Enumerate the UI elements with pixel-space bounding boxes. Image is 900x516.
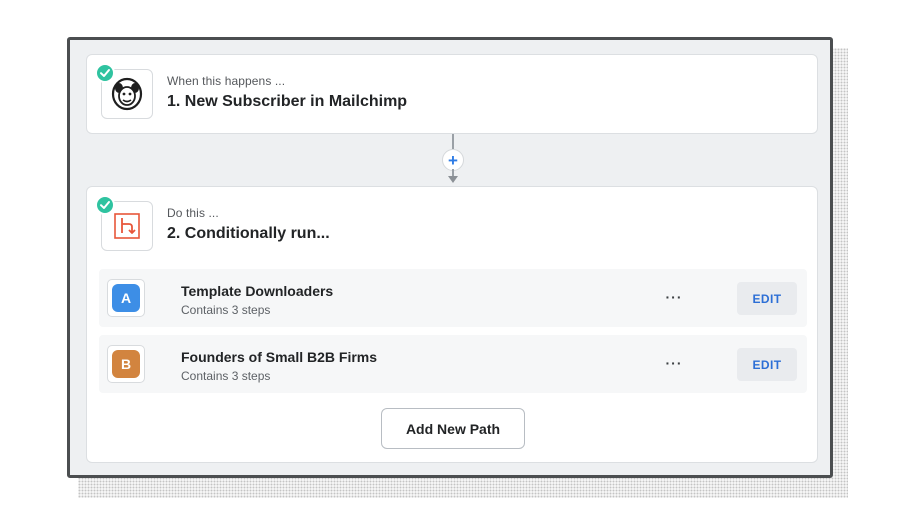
trigger-subtitle: When this happens ... — [167, 74, 286, 88]
action-step-text: Do this ... 2. Conditionally run... — [167, 206, 330, 243]
path-badge-frame: A — [107, 279, 145, 317]
step-complete-check-icon — [95, 63, 115, 83]
action-title: 2. Conditionally run... — [167, 225, 330, 242]
connector-arrow-icon — [448, 176, 458, 183]
more-options-icon[interactable]: ··· — [663, 286, 685, 308]
path-badge-frame: B — [107, 345, 145, 383]
path-text: Founders of Small B2B Firms Contains 3 s… — [181, 349, 377, 383]
path-badge: A — [112, 284, 140, 312]
step-complete-check-icon — [95, 195, 115, 215]
path-step-count: Contains 3 steps — [181, 303, 271, 317]
trigger-step-text: When this happens ... 1. New Subscriber … — [167, 74, 407, 111]
more-options-icon[interactable]: ··· — [663, 352, 685, 374]
action-step-card[interactable]: Do this ... 2. Conditionally run... A Te… — [86, 186, 818, 463]
zap-editor-canvas: When this happens ... 1. New Subscriber … — [67, 37, 833, 478]
path-name: Template Downloaders — [181, 283, 334, 299]
path-text: Template Downloaders Contains 3 steps — [181, 283, 333, 317]
trigger-title: 1. New Subscriber in Mailchimp — [167, 93, 408, 110]
path-name: Founders of Small B2B Firms — [181, 349, 378, 365]
edit-path-button[interactable]: EDIT — [737, 282, 797, 315]
paths-branch-icon — [114, 213, 140, 239]
add-new-path-button[interactable]: Add New Path — [381, 408, 525, 449]
path-row[interactable]: B Founders of Small B2B Firms Contains 3… — [99, 335, 807, 393]
connector-line — [452, 134, 454, 149]
edit-path-button[interactable]: EDIT — [737, 348, 797, 381]
mailchimp-logo-icon — [111, 77, 143, 111]
path-step-count: Contains 3 steps — [181, 369, 271, 383]
action-subtitle: Do this ... — [167, 206, 219, 220]
path-row[interactable]: A Template Downloaders Contains 3 steps … — [99, 269, 807, 327]
trigger-step-card[interactable]: When this happens ... 1. New Subscriber … — [86, 54, 818, 134]
add-step-plus-icon[interactable]: + — [442, 149, 464, 171]
path-badge: B — [112, 350, 140, 378]
